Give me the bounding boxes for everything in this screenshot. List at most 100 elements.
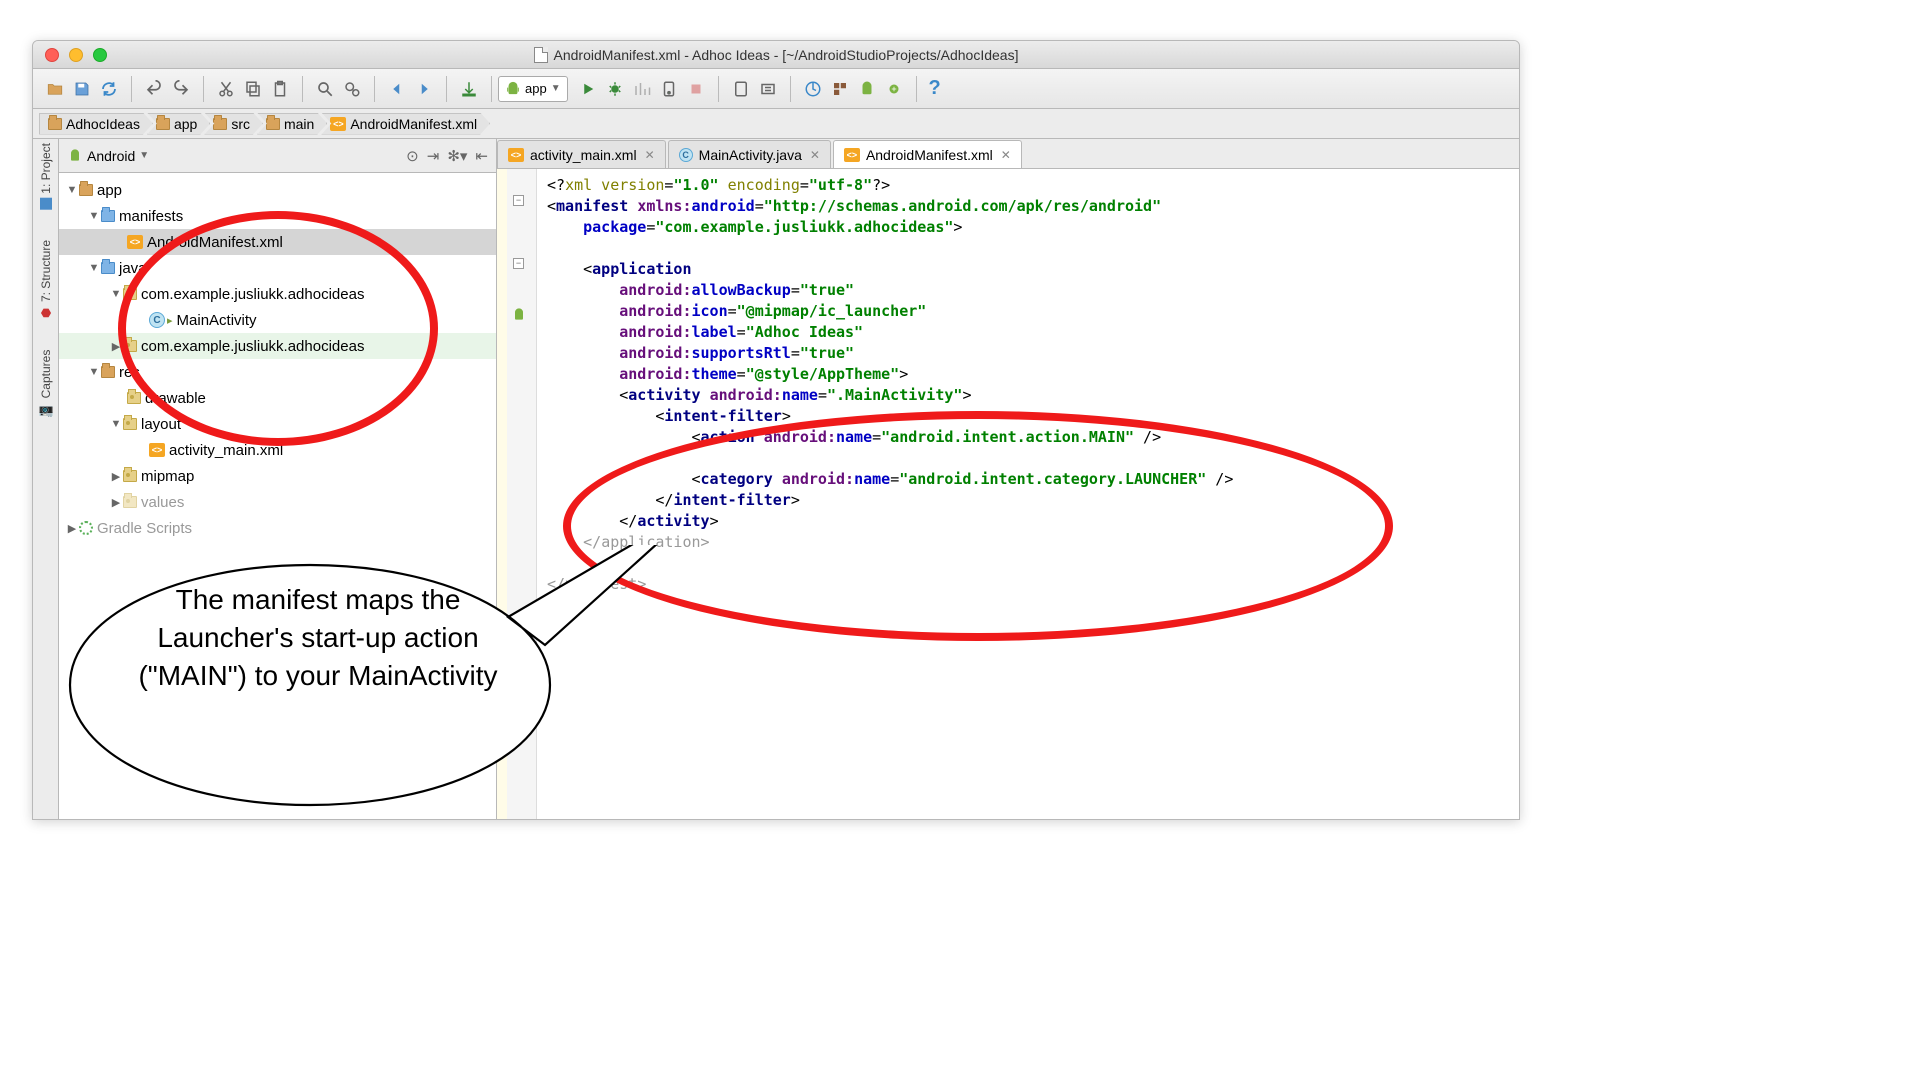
package-icon [127, 392, 141, 404]
main-toolbar: app ▼ ? [33, 69, 1519, 109]
breadcrumb-item[interactable]: <> AndroidManifest.xml [321, 113, 490, 135]
sync-gradle-button[interactable] [801, 77, 825, 101]
fold-marker-icon[interactable]: − [513, 195, 524, 206]
sdk-manager-button[interactable] [756, 77, 780, 101]
expand-arrow-icon[interactable]: ▼ [65, 184, 79, 196]
breadcrumb-label: src [231, 116, 250, 132]
undo-button[interactable] [142, 77, 166, 101]
expand-arrow-icon[interactable]: ▶ [109, 340, 123, 353]
fold-marker-icon[interactable]: − [513, 258, 524, 269]
tab-label: AndroidManifest.xml [866, 147, 993, 163]
tree-node-mipmap[interactable]: ▶mipmap [59, 463, 496, 489]
copy-button[interactable] [241, 77, 265, 101]
annotation-callout: The manifest maps the Launcher's start-u… [40, 545, 580, 825]
editor-tab-active[interactable]: <> AndroidManifest.xml ✕ [833, 140, 1022, 168]
tree-label: drawable [145, 390, 206, 407]
gradle-icon [79, 521, 93, 535]
document-icon [534, 47, 548, 63]
window-title: AndroidManifest.xml - Adhoc Ideas - [~/A… [33, 47, 1519, 63]
breadcrumb-item[interactable]: src [204, 113, 263, 135]
tree-node-package-main[interactable]: ▼ com.example.jusliukk.adhocideas [59, 281, 496, 307]
tree-label: com.example.jusliukk.adhocideas [141, 286, 364, 303]
tree-node-java[interactable]: ▼java [59, 255, 496, 281]
expand-arrow-icon[interactable]: ▼ [87, 262, 101, 274]
tree-label: Gradle Scripts [97, 520, 192, 537]
expand-arrow-icon[interactable]: ▼ [109, 288, 123, 300]
window-title-text: AndroidManifest.xml - Adhoc Ideas - [~/A… [554, 47, 1019, 63]
breadcrumb-item[interactable]: app [147, 113, 210, 135]
breadcrumb-item[interactable]: main [257, 113, 327, 135]
tree-node-values[interactable]: ▶values [59, 489, 496, 515]
expand-arrow-icon[interactable]: ▼ [109, 418, 123, 430]
stop-button[interactable] [684, 77, 708, 101]
structure-tool-tab[interactable]: ⬣7: Structure [39, 240, 53, 320]
captures-tool-tab[interactable]: 📷Captures [39, 350, 53, 417]
tool-tab-label: Captures [39, 350, 53, 399]
package-icon [123, 496, 137, 508]
sync-button[interactable] [97, 77, 121, 101]
close-window-button[interactable] [45, 48, 59, 62]
editor-tab[interactable]: CMainActivity.java✕ [668, 140, 831, 168]
breadcrumb-label: main [284, 116, 314, 132]
device-file-button[interactable] [882, 77, 906, 101]
annotation-callout-text: The manifest maps the Launcher's start-u… [108, 581, 528, 694]
debug-button[interactable] [603, 77, 627, 101]
android-monitor-button[interactable] [855, 77, 879, 101]
run-marker-icon: ▸ [167, 314, 173, 327]
run-configuration-selector[interactable]: app ▼ [498, 76, 568, 102]
expand-arrow-icon[interactable]: ▶ [65, 522, 79, 535]
save-button[interactable] [70, 77, 94, 101]
help-button[interactable]: ? [923, 77, 947, 101]
close-icon[interactable]: ✕ [810, 148, 820, 162]
nav-back-button[interactable] [385, 77, 409, 101]
tree-node-drawable[interactable]: drawable [59, 385, 496, 411]
zoom-window-button[interactable] [93, 48, 107, 62]
xml-file-icon: <> [844, 148, 860, 162]
tree-node-gradle-scripts[interactable]: ▶ Gradle Scripts [59, 515, 496, 541]
close-icon[interactable]: ✕ [1001, 148, 1011, 162]
collapse-icon[interactable]: ⇥ [427, 147, 440, 165]
make-project-button[interactable] [457, 77, 481, 101]
avd-manager-button[interactable] [729, 77, 753, 101]
cut-button[interactable] [214, 77, 238, 101]
android-icon [67, 148, 83, 164]
profile-button[interactable] [630, 77, 654, 101]
paste-button[interactable] [268, 77, 292, 101]
breadcrumb-item[interactable]: AdhocIdeas [39, 113, 153, 135]
expand-arrow-icon[interactable]: ▶ [109, 496, 123, 509]
hide-icon[interactable]: ⇤ [475, 147, 488, 165]
package-icon [123, 288, 137, 300]
project-tool-tab[interactable]: 1: Project [39, 143, 53, 210]
xml-file-icon: <> [330, 117, 346, 131]
open-button[interactable] [43, 77, 67, 101]
tree-node-manifest-file[interactable]: <>AndroidManifest.xml [59, 229, 496, 255]
tree-node-main-activity[interactable]: C▸MainActivity [59, 307, 496, 333]
tree-node-res[interactable]: ▼res [59, 359, 496, 385]
expand-arrow-icon[interactable]: ▶ [109, 470, 123, 483]
tree-node-app[interactable]: ▼app [59, 177, 496, 203]
settings-icon[interactable]: ✻▾ [447, 147, 467, 165]
tree-node-layout[interactable]: ▼ layout [59, 411, 496, 437]
replace-button[interactable] [340, 77, 364, 101]
breadcrumb-label: AndroidManifest.xml [350, 116, 477, 132]
tree-label: manifests [119, 208, 183, 225]
tree-node-activity-main-xml[interactable]: <>activity_main.xml [59, 437, 496, 463]
tree-label: layout [141, 416, 181, 433]
editor-tab[interactable]: <>activity_main.xml✕ [497, 140, 666, 168]
close-icon[interactable]: ✕ [645, 148, 655, 162]
tree-node-manifests[interactable]: ▼ manifests [59, 203, 496, 229]
run-button[interactable] [576, 77, 600, 101]
find-button[interactable] [313, 77, 337, 101]
expand-arrow-icon[interactable]: ▼ [87, 210, 101, 222]
tree-label: MainActivity [177, 312, 257, 329]
tree-node-package-test[interactable]: ▶com.example.jusliukk.adhocideas [59, 333, 496, 359]
titlebar: AndroidManifest.xml - Adhoc Ideas - [~/A… [33, 41, 1519, 69]
nav-forward-button[interactable] [412, 77, 436, 101]
project-structure-button[interactable] [828, 77, 852, 101]
expand-arrow-icon[interactable]: ▼ [87, 366, 101, 378]
attach-debugger-button[interactable] [657, 77, 681, 101]
locate-icon[interactable]: ⊙ [406, 147, 419, 165]
project-view-selector[interactable]: Android ▼ [67, 148, 149, 164]
redo-button[interactable] [169, 77, 193, 101]
minimize-window-button[interactable] [69, 48, 83, 62]
